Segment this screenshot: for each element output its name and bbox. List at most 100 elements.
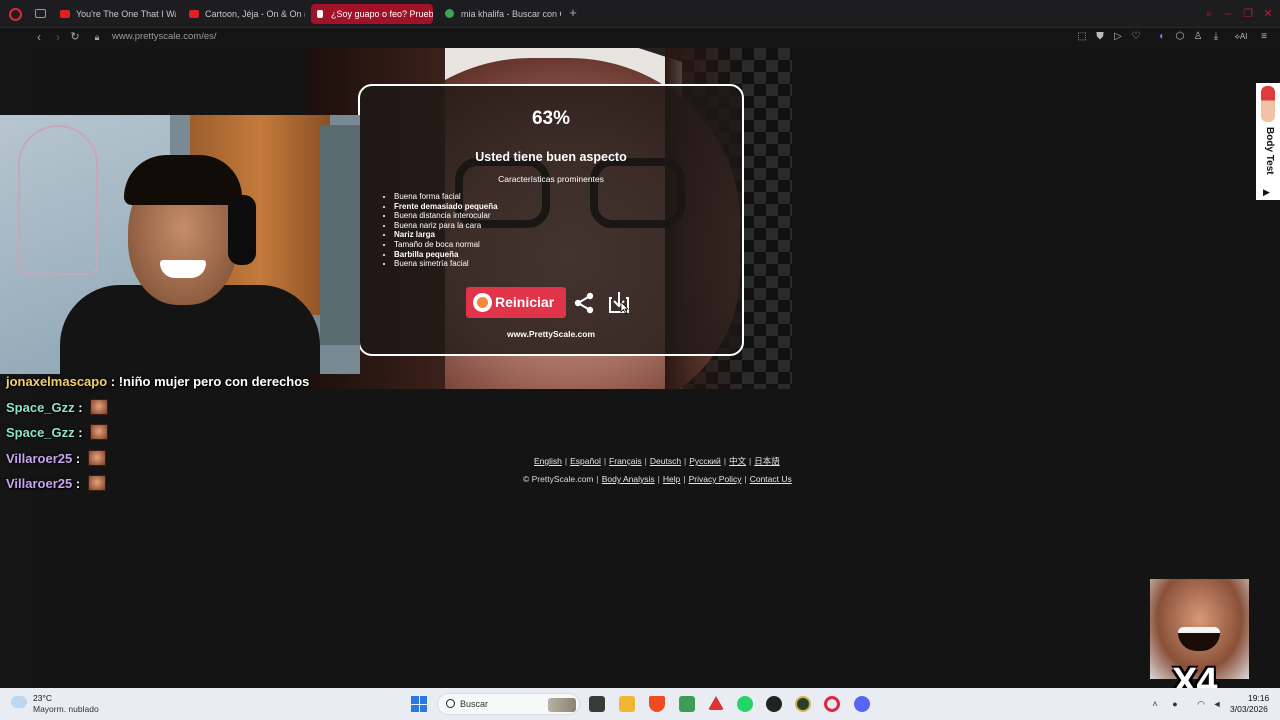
shelf <box>320 125 360 345</box>
tab-prettyscale[interactable]: ¿Soy guapo o feo? Prueb <box>311 4 433 24</box>
minimize-button[interactable]: – <box>1222 8 1234 20</box>
chat-username: Villaroer25 <box>6 451 73 466</box>
lang-russian-link[interactable]: Русский <box>689 456 721 466</box>
weather-description[interactable]: Mayorm. nublado <box>33 704 99 714</box>
chat-username: jonaxelmascapo <box>6 374 108 389</box>
tab-label: ¿Soy guapo o feo? Prueb <box>331 9 433 19</box>
back-button[interactable]: ‹ <box>32 30 46 44</box>
brave-icon[interactable] <box>649 696 665 712</box>
whatsapp-icon[interactable] <box>737 696 753 712</box>
forward-button[interactable]: › <box>51 30 65 44</box>
restart-button[interactable]: Reiniciar <box>466 287 566 318</box>
tab-youre-the-one[interactable]: You're The One That I Wa <box>56 4 176 24</box>
url-field[interactable]: www.prettyscale.com/es/ <box>112 31 217 42</box>
xbox-icon[interactable] <box>795 696 811 712</box>
notepad-icon[interactable] <box>679 696 695 712</box>
start-tile <box>419 704 427 712</box>
chat-separator: : <box>107 374 119 389</box>
audio-icon[interactable]: ◖ <box>1155 31 1167 43</box>
prettyscale-icon <box>317 10 323 18</box>
adobe-icon[interactable] <box>708 696 724 710</box>
download-icon[interactable] <box>608 290 630 314</box>
tab-google-search[interactable]: mia khalifa - Buscar con G <box>441 4 561 24</box>
privacy-policy-link[interactable]: Privacy Policy <box>689 474 742 484</box>
feature-item: Tamaño de boca normal <box>383 240 498 250</box>
new-tab-button[interactable]: + <box>567 6 579 19</box>
tray-app-icon[interactable]: ● <box>1170 699 1180 709</box>
weather-cloud-icon[interactable] <box>11 696 27 708</box>
share-icon[interactable] <box>572 291 596 315</box>
lang-german-link[interactable]: Deutsch <box>650 456 681 466</box>
restart-label: Reiniciar <box>495 294 555 310</box>
lang-japanese-link[interactable]: 日本語 <box>754 456 780 466</box>
lock-icon: 🔒︎ <box>94 32 100 42</box>
extensions-icon[interactable]: ⬡ <box>1174 31 1186 43</box>
opera-logo-icon[interactable] <box>9 8 22 21</box>
start-tile <box>411 696 419 704</box>
streamer-mouth <box>160 260 206 278</box>
tab-menu-icon[interactable] <box>35 9 46 18</box>
verdict-text: Usted tiene buen aspecto <box>475 150 627 164</box>
speaker-icon[interactable]: ◄ <box>1212 699 1222 709</box>
task-view-icon[interactable] <box>589 696 605 712</box>
help-link[interactable]: Help <box>663 474 680 484</box>
chat-username: Villaroer25 <box>6 476 73 491</box>
clock-time[interactable]: 19:16 <box>1248 693 1269 703</box>
download-arrow-icon[interactable]: ⤓ <box>1210 31 1222 43</box>
footer-links: © PrettyScale.com | Body Analysis | Help | Pri… <box>523 474 792 484</box>
wall-drawing <box>18 125 98 275</box>
tray-chevron-icon[interactable]: ˄ <box>1150 699 1160 709</box>
lang-spanish-link[interactable]: Español <box>570 456 601 466</box>
close-button[interactable]: ✕ <box>1262 8 1274 20</box>
discord-icon[interactable] <box>854 696 870 712</box>
chat-text: !niño mujer pero con derechos <box>118 374 310 389</box>
chat-message: Villaroer25 : <box>6 475 106 491</box>
obs-icon[interactable] <box>766 696 782 712</box>
lang-english-link[interactable]: English <box>534 456 562 466</box>
menu-icon[interactable]: ≡ <box>1258 31 1270 43</box>
clock-date[interactable]: 3/03/2026 <box>1230 704 1268 714</box>
file-explorer-icon[interactable] <box>619 696 635 712</box>
reload-button[interactable]: ↻ <box>68 30 82 44</box>
body-test-ad[interactable]: Body Test ▶ <box>1256 83 1280 200</box>
arrow-icon: ▶ <box>1263 187 1270 197</box>
chat-separator: : <box>74 425 87 440</box>
heart-icon[interactable]: ♡ <box>1130 31 1142 43</box>
chat-message: Space_Gzz : <box>6 424 109 440</box>
chat-separator: : <box>72 451 84 466</box>
lang-french-link[interactable]: Français <box>609 456 642 466</box>
feature-item: Frente demasiado pequeña <box>383 202 498 212</box>
google-icon <box>445 9 454 18</box>
start-tile <box>411 704 419 712</box>
contact-us-link[interactable]: Contact Us <box>750 474 792 484</box>
shield-icon[interactable]: ⛊ <box>1094 31 1106 43</box>
lang-chinese-link[interactable]: 中文 <box>729 456 746 466</box>
swimsuit-figure-image <box>1261 86 1275 122</box>
start-button[interactable] <box>411 696 427 712</box>
opera-taskbar-icon[interactable] <box>824 696 840 712</box>
site-watermark: www.PrettyScale.com <box>506 329 596 339</box>
tab-label: Cartoon, Jéja - On & On (f <box>205 9 305 19</box>
search-icon <box>446 699 455 708</box>
feature-item: Buena simetría facial <box>383 259 498 269</box>
chat-separator: : <box>74 400 87 415</box>
taskbar-search[interactable]: Buscar <box>437 693 580 715</box>
feature-item: Barbilla pequeña <box>383 250 498 260</box>
weather-temperature[interactable]: 23°C <box>33 693 52 703</box>
body-analysis-link[interactable]: Body Analysis <box>602 474 655 484</box>
maximize-button[interactable]: ❐ <box>1242 8 1254 20</box>
tab-cartoon-on-and-on[interactable]: Cartoon, Jéja - On & On (f <box>185 4 305 24</box>
ai-icon[interactable]: ⟡AI <box>1232 31 1250 43</box>
chat-message: Space_Gzz : <box>6 399 109 415</box>
wifi-icon[interactable]: ◠ <box>1196 699 1206 709</box>
snapshot-icon[interactable]: ⬚ <box>1076 31 1088 43</box>
browser-tab-bar: You're The One That I Wa Cartoon, Jéja -… <box>0 0 1280 28</box>
address-bar: ‹ › ↻ 🔒︎ www.prettyscale.com/es/ ⬚ ⛊ ▷ ♡… <box>0 28 1280 48</box>
chat-separator: : <box>72 476 84 491</box>
profile-icon[interactable]: ♙ <box>1192 31 1204 43</box>
language-links: English | Español | Français | Deutsch | Русский… <box>534 456 780 466</box>
play-icon[interactable]: ▷ <box>1112 31 1124 43</box>
search-tabs-icon[interactable]: ⌕ <box>1203 8 1215 20</box>
search-placeholder: Buscar <box>460 699 489 709</box>
feature-item: Buena forma facial <box>383 192 498 202</box>
